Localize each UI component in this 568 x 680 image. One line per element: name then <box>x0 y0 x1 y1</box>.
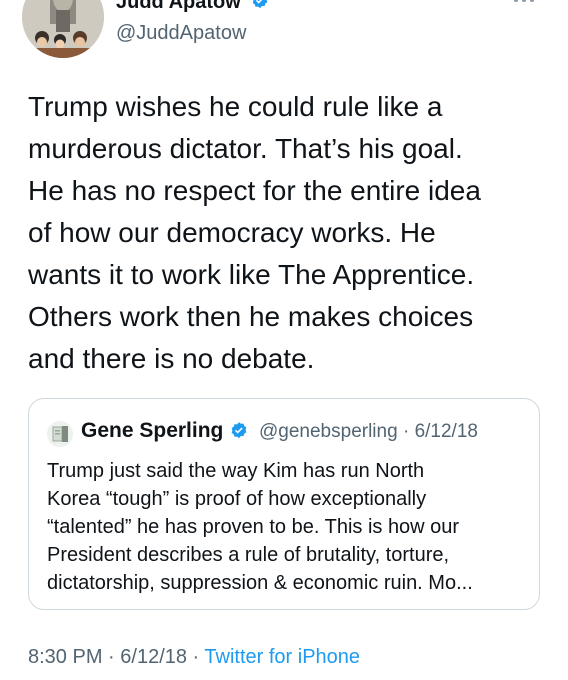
quote-author-avatar[interactable] <box>47 421 73 447</box>
separator-dot: · <box>397 421 415 442</box>
tweet-source-link[interactable]: Twitter for iPhone <box>204 646 360 668</box>
avatar-image <box>22 0 104 58</box>
separator-dot: · <box>187 646 205 668</box>
author-avatar[interactable] <box>22 0 104 58</box>
quote-avatar-image <box>47 421 73 447</box>
quote-tweet-card[interactable]: Gene Sperling @genebsperling · 6/12/18 T… <box>28 398 540 610</box>
more-horizontal-icon <box>514 0 534 2</box>
author-handle[interactable]: @JuddApatow <box>116 22 246 45</box>
separator-dot: · <box>102 646 121 668</box>
tweet-metadata: 8:30 PM · 6/12/18 · Twitter for iPhone <box>28 646 360 669</box>
verified-icon <box>231 422 247 439</box>
tweet-text: Trump wishes he could rule like a murder… <box>28 91 481 374</box>
tweet-date[interactable]: 6/12/18 <box>120 646 187 668</box>
author-name[interactable]: Judd Apatow <box>116 0 241 14</box>
more-options-button[interactable] <box>510 0 540 12</box>
quote-date: 6/12/18 <box>414 421 478 442</box>
quote-text: Trump just said the way Kim has run Nort… <box>47 460 473 594</box>
verified-icon <box>252 0 268 9</box>
tweet-time[interactable]: 8:30 PM <box>28 646 102 668</box>
quote-meta: @genebsperling · 6/12/18 <box>259 421 478 443</box>
quote-author-name: Gene Sperling <box>81 419 224 442</box>
quote-author-handle: @genebsperling <box>259 421 398 442</box>
